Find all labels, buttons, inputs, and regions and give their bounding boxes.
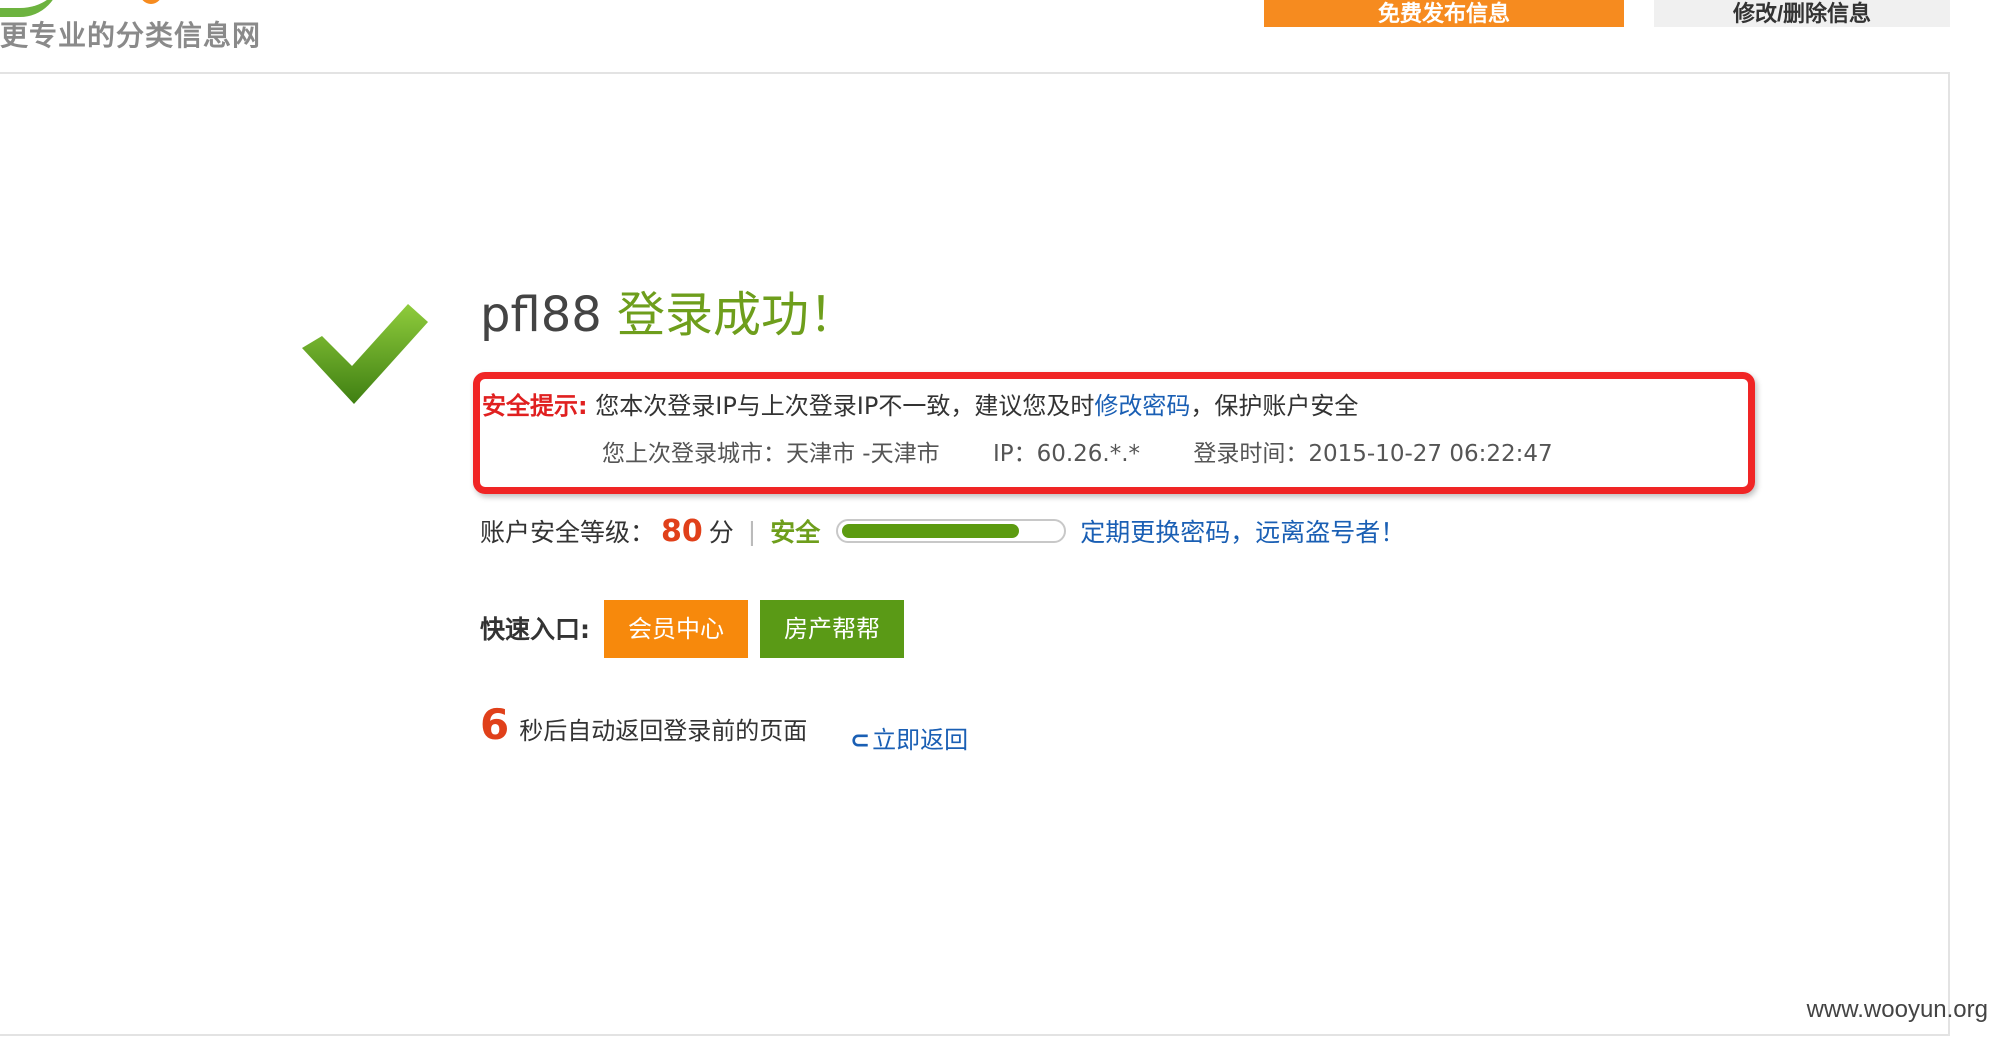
- login-status: 登录成功！: [617, 287, 858, 343]
- warning-message-after: ，保护账户安全: [1190, 392, 1359, 420]
- content-frame: [0, 72, 1950, 1036]
- change-password-link[interactable]: 修改密码: [1094, 392, 1190, 420]
- username: pfl88: [480, 287, 602, 343]
- security-tip-link[interactable]: 定期更换密码，远离盗号者！: [1080, 513, 1405, 549]
- post-info-button[interactable]: 免费发布信息: [1264, 0, 1624, 27]
- separator: |: [747, 516, 757, 546]
- security-score: 80: [661, 513, 703, 549]
- countdown-text: 秒后自动返回登录前的页面: [519, 717, 808, 745]
- return-now-label: 立即返回: [872, 726, 969, 754]
- redirect-countdown: 6 秒后自动返回登录前的页面: [480, 700, 807, 749]
- security-level-label: 账户安全等级：: [480, 518, 656, 547]
- member-center-button[interactable]: 会员中心: [604, 600, 748, 658]
- security-warning: 安全提示: 您本次登录IP与上次登录IP不一致，建议您及时修改密码，保护账户安全: [482, 388, 1358, 424]
- logo-dot: [140, 0, 162, 4]
- score-unit: 分: [708, 518, 734, 547]
- last-login-info: 您上次登录城市：天津市 -天津市 IP：60.26.*.* 登录时间：2015-…: [602, 436, 1599, 472]
- security-rating: 安全: [770, 518, 821, 547]
- security-progress-fill: [842, 524, 1020, 538]
- login-success-title: pfl88 登录成功！: [480, 280, 857, 350]
- countdown-seconds: 6: [480, 700, 510, 749]
- return-arrow-icon: ⊂: [850, 726, 871, 754]
- quick-entry-label: 快速入口:: [480, 615, 590, 644]
- last-login-time: 登录时间：2015-10-27 06:22:47: [1193, 441, 1553, 467]
- last-login-ip: IP：60.26.*.*: [992, 441, 1141, 467]
- security-progress-bar: [836, 519, 1067, 543]
- site-slogan: 更专业的分类信息网: [0, 19, 262, 52]
- security-level-row: 账户安全等级： 80 分 | 安全 定期更换密码，远离盗号者！: [480, 508, 1405, 554]
- warning-message-before: 您本次登录IP与上次登录IP不一致，建议您及时: [595, 392, 1095, 420]
- last-login-city: 您上次登录城市：天津市 -天津市: [602, 441, 940, 467]
- house-help-button[interactable]: 房产帮帮: [760, 600, 904, 658]
- checkmark-icon: [302, 304, 428, 404]
- watermark: www.wooyun.org: [1806, 996, 1988, 1023]
- security-warning-label: 安全提示:: [482, 392, 588, 420]
- manage-info-button[interactable]: 修改/删除信息: [1654, 0, 1950, 27]
- return-now-link[interactable]: ⊂立即返回: [850, 720, 968, 755]
